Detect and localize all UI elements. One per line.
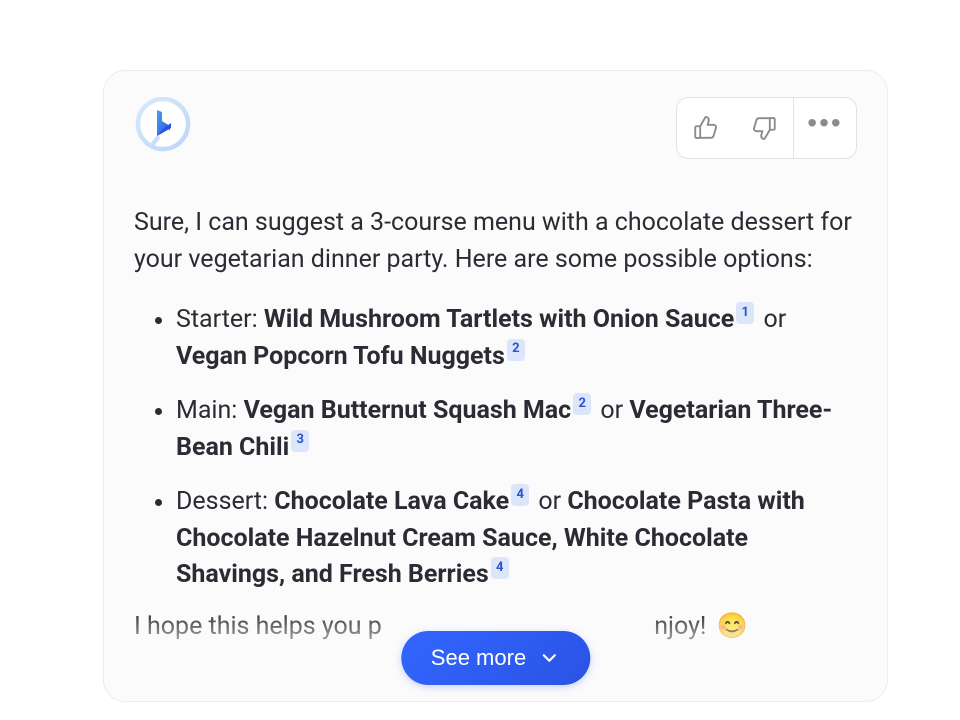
thumbs-up-icon [692, 114, 720, 142]
truncated-prefix: I hope this helps you p [134, 612, 382, 641]
see-more-label: See more [431, 645, 526, 671]
citation-badge[interactable]: 3 [291, 430, 309, 452]
more-button[interactable]: ••• [794, 98, 856, 158]
smile-emoji-icon: 😊 [717, 612, 748, 641]
option-a: Wild Mushroom Tartlets with Onion Sauce [264, 305, 734, 334]
option-b: Vegan Popcorn Tofu Nuggets [176, 342, 505, 371]
thumbs-down-icon [750, 114, 778, 142]
list-item-main: Main: Vegan Butternut Squash Mac2 or Veg… [176, 393, 857, 466]
chevron-down-icon [538, 647, 560, 669]
thumbs-down-button[interactable] [735, 98, 793, 158]
feedback-bar: ••• [676, 97, 857, 159]
option-separator: or [757, 305, 786, 334]
chat-response-card: ••• Sure, I can suggest a 3-course menu … [103, 70, 888, 702]
thumbs-up-button[interactable] [677, 98, 735, 158]
course-label: Main: [176, 396, 244, 425]
option-separator: or [594, 396, 629, 425]
citation-badge[interactable]: 2 [573, 393, 591, 415]
citation-badge[interactable]: 4 [511, 484, 529, 506]
card-header: ••• [134, 97, 857, 159]
list-item-starter: Starter: Wild Mushroom Tartlets with Oni… [176, 302, 857, 375]
course-label: Starter: [176, 305, 264, 334]
truncated-mid: njoy! [654, 612, 712, 641]
bing-logo-icon [134, 97, 192, 155]
menu-list: Starter: Wild Mushroom Tartlets with Oni… [134, 302, 857, 594]
citation-badge[interactable]: 4 [491, 557, 509, 579]
see-more-button[interactable]: See more [401, 631, 590, 685]
option-a: Vegan Butternut Squash Mac [244, 396, 572, 425]
option-a: Chocolate Lava Cake [274, 487, 509, 516]
list-item-dessert: Dessert: Chocolate Lava Cake4 or Chocola… [176, 484, 857, 594]
citation-badge[interactable]: 2 [507, 339, 525, 361]
response-intro: Sure, I can suggest a 3-course menu with… [134, 205, 857, 278]
citation-badge[interactable]: 1 [736, 302, 754, 324]
option-separator: or [532, 487, 567, 516]
course-label: Dessert: [176, 487, 274, 516]
